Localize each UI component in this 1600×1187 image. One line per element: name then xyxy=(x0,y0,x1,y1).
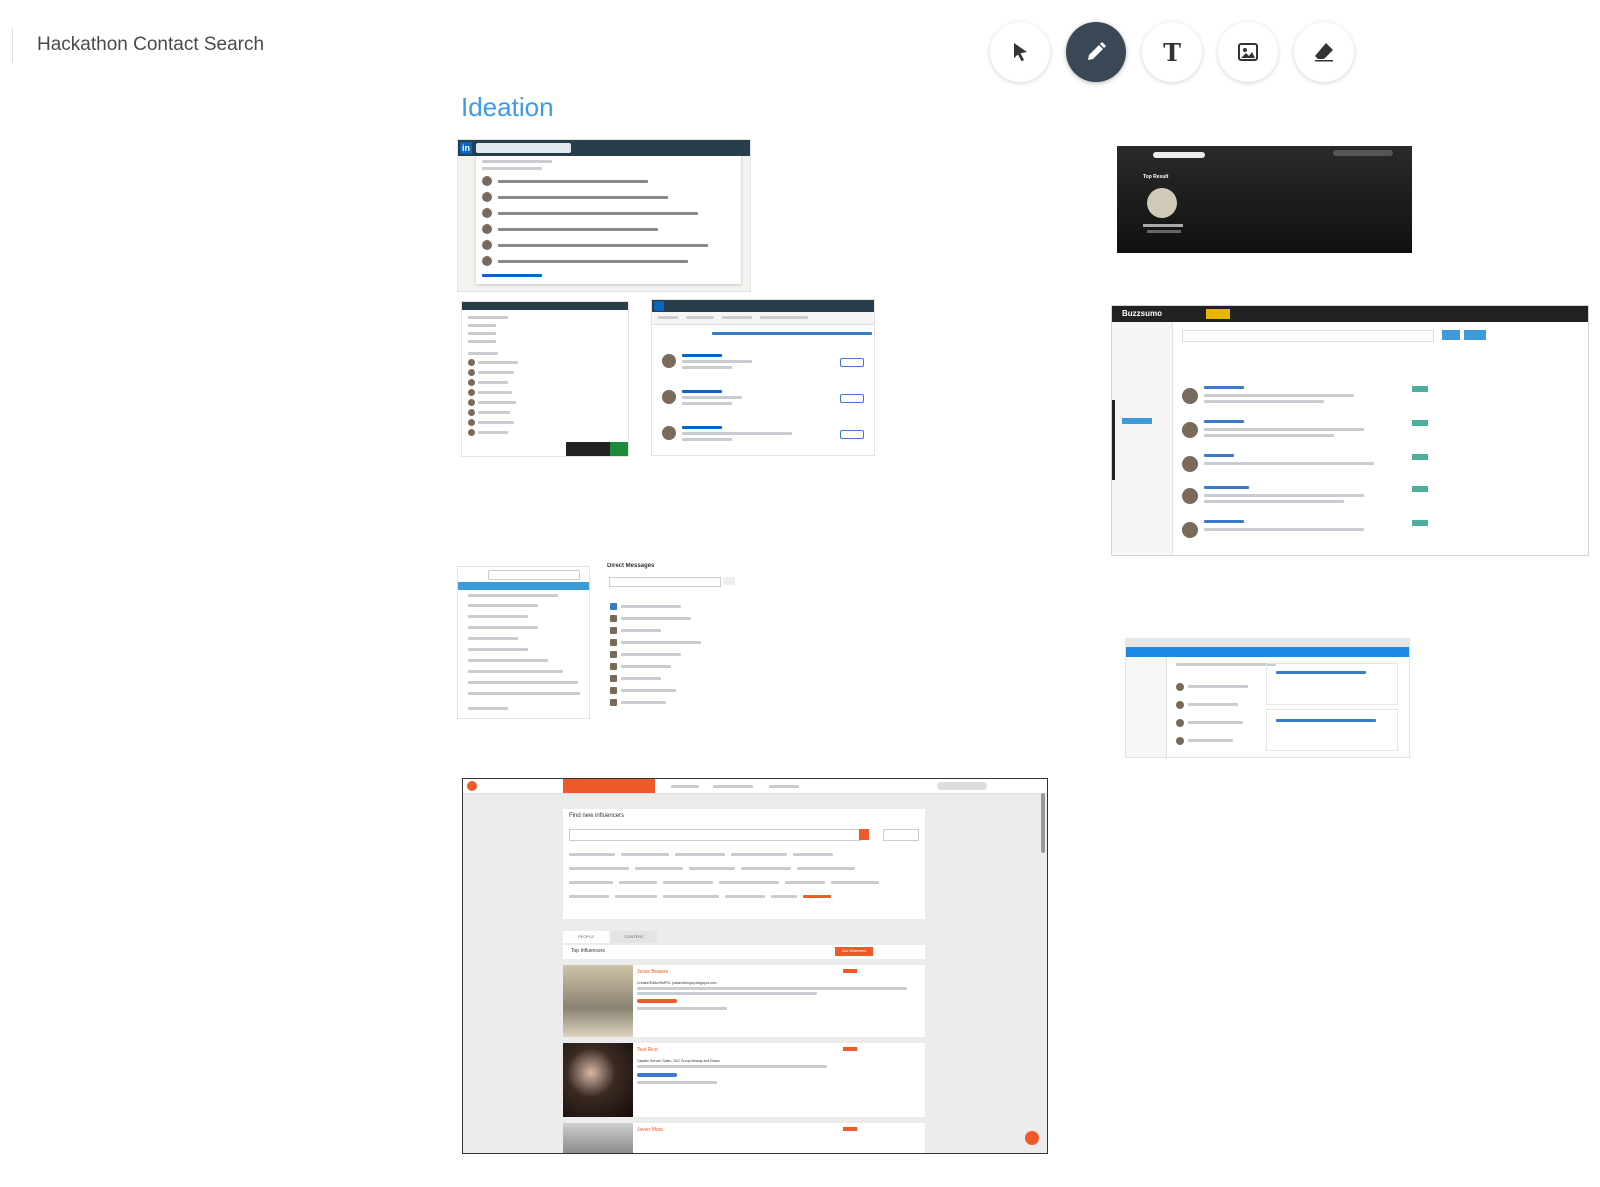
traackr-person-name-2[interactable]: Teal Rice xyxy=(637,1047,658,1053)
title-bar: Hackathon Contact Search xyxy=(12,28,264,62)
draw-tool-button[interactable] xyxy=(1066,22,1126,82)
section-heading: Ideation xyxy=(461,92,554,122)
screenshot-slack-search[interactable] xyxy=(457,566,590,719)
screenshot-spotify-search[interactable]: Top Result xyxy=(1117,146,1412,253)
traackr-scrollbar[interactable] xyxy=(1041,793,1045,853)
traackr-person-name-3[interactable]: Javier Mota xyxy=(637,1127,663,1133)
text-T-icon: T xyxy=(1163,37,1181,67)
eraser-tool-button[interactable] xyxy=(1294,22,1354,82)
image-icon xyxy=(1238,43,1258,61)
toolbar: T xyxy=(990,22,1354,82)
traackr-add-button[interactable]: Add Influencers xyxy=(835,947,873,956)
select-tool-button[interactable] xyxy=(990,22,1050,82)
traackr-person-headline-2: Captain Server! Sales, TAG Group Beauty … xyxy=(637,1059,720,1063)
screenshot-traackr[interactable]: Find new influencers PEOPLE CONTENT Top … xyxy=(462,778,1048,1154)
pencil-icon xyxy=(1088,42,1106,60)
traackr-top-influencers: Top Influencers xyxy=(571,948,605,954)
screenshot-social-dashboard[interactable] xyxy=(1125,638,1410,758)
screenshot-linkedin-results[interactable] xyxy=(651,299,875,456)
buzzsumo-logo: Buzzsumo xyxy=(1122,309,1162,318)
text-tool-button[interactable]: T xyxy=(1142,22,1202,82)
screenshot-buzzsumo[interactable]: Buzzsumo xyxy=(1111,305,1589,556)
traackr-tab-content[interactable]: CONTENT xyxy=(611,931,657,943)
screenshot-slack-dm[interactable]: Direct Messages xyxy=(607,563,737,718)
screenshot-linkedin-search[interactable]: in xyxy=(457,139,751,292)
screenshot-linkedin-recent[interactable] xyxy=(461,301,629,457)
chat-bubble-icon[interactable] xyxy=(1025,1131,1039,1145)
traackr-person-headline-1: Creator/Editor/HMPIC justanotherguy.blog… xyxy=(637,981,717,985)
slack-dm-title: Direct Messages xyxy=(607,563,655,569)
traackr-person-name-1[interactable]: Jesse Bowers xyxy=(637,969,668,975)
image-tool-button[interactable] xyxy=(1218,22,1278,82)
eraser-icon xyxy=(1315,43,1333,62)
traackr-tab-people[interactable]: PEOPLE xyxy=(563,931,609,943)
traackr-logo xyxy=(467,781,477,791)
traackr-find-title: Find new influencers xyxy=(569,813,625,819)
spotify-top-result-label: Top Result xyxy=(1143,174,1169,180)
app-title: Hackathon Contact Search xyxy=(37,34,265,55)
cursor-arrow-icon xyxy=(1014,43,1027,62)
linkedin-logo: in xyxy=(460,142,472,154)
